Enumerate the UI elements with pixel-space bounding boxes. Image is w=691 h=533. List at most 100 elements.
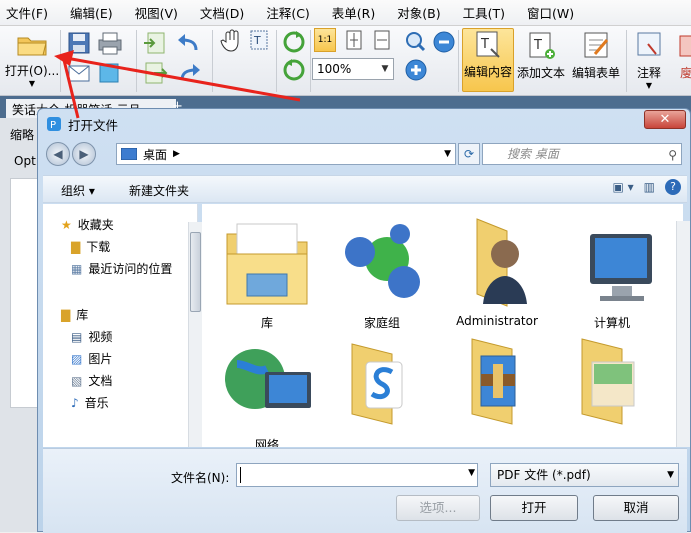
chevron-down-icon[interactable]: ▼ xyxy=(444,149,451,159)
library-icon: ▇ xyxy=(61,307,71,322)
thumbnails-tab[interactable]: 缩略 xyxy=(10,126,34,143)
file-item-computer[interactable]: 计算机 xyxy=(557,214,667,334)
select-text-icon[interactable]: T xyxy=(248,28,272,54)
undo-icon[interactable] xyxy=(174,30,204,56)
file-item-archive-folder[interactable] xyxy=(442,334,552,447)
nav-music-label: 音乐 xyxy=(84,396,109,410)
chevron-down-icon[interactable]: ▼ xyxy=(667,464,674,486)
scrollbar-thumb[interactable] xyxy=(190,232,201,312)
command-bar: 组织 ▾ 新建文件夹 ▣ ▾ ▥ ? xyxy=(43,175,687,203)
options-label[interactable]: Opt xyxy=(14,154,36,168)
menu-comment[interactable]: 注释(C) xyxy=(266,3,309,22)
file-item-image-folder[interactable] xyxy=(557,334,667,447)
address-text: 桌面 xyxy=(143,147,168,162)
preview-pane-icon[interactable]: ▥ xyxy=(644,180,655,194)
rotate-ccw-icon[interactable] xyxy=(282,58,306,82)
print-icon[interactable] xyxy=(96,30,124,56)
cancel-button[interactable]: 取消 xyxy=(593,495,679,521)
chevron-down-icon[interactable]: ▼ xyxy=(377,59,393,79)
chevron-right-icon[interactable]: ▶ xyxy=(173,149,180,159)
annotate-button[interactable]: 注释 ▼ xyxy=(630,30,668,90)
app-icon: P xyxy=(47,117,61,131)
zoom-select[interactable]: 100% ▼ xyxy=(312,58,394,80)
file-item-network[interactable]: 网络 xyxy=(212,334,322,447)
nav-videos[interactable]: ▤ 视频 xyxy=(71,328,112,345)
nav-music[interactable]: ♪ 音乐 xyxy=(71,394,109,411)
file-item-app-folder[interactable] xyxy=(327,334,437,447)
refresh-button[interactable]: ⟳ xyxy=(458,143,480,165)
file-item-label: 网络 xyxy=(254,438,279,447)
more-button[interactable]: 廋 xyxy=(676,30,691,81)
more-label: 廋 xyxy=(679,66,691,80)
file-item-homegroup[interactable]: 家庭组 xyxy=(327,214,437,334)
filename-label: 文件名(N): xyxy=(171,471,230,485)
hand-icon[interactable] xyxy=(220,28,244,54)
rotate-cw-icon[interactable] xyxy=(282,30,306,54)
nav-downloads[interactable]: ▇ 下载 xyxy=(71,238,110,255)
refresh-icon: ⟳ xyxy=(463,147,475,161)
chevron-down-icon[interactable]: ▼ xyxy=(29,79,35,88)
download-folder-icon: ▇ xyxy=(71,239,81,254)
forward-button[interactable]: ▶ xyxy=(72,142,96,166)
menu-object[interactable]: 对象(B) xyxy=(397,3,440,22)
menu-view[interactable]: 视图(V) xyxy=(135,3,178,22)
menu-form[interactable]: 表单(R) xyxy=(332,3,375,22)
import-icon[interactable] xyxy=(142,30,168,56)
svg-text:T: T xyxy=(480,37,489,52)
chevron-down-icon[interactable]: ▼ xyxy=(646,81,652,90)
nav-recent[interactable]: ▦ 最近访问的位置 xyxy=(71,260,172,277)
text-caret xyxy=(240,467,241,483)
dialog-titlebar: P 打开文件 xyxy=(46,114,118,134)
scan-icon[interactable] xyxy=(96,60,122,86)
add-text-button[interactable]: T 添加文本 xyxy=(516,30,566,81)
zoom-minus-icon[interactable] xyxy=(432,30,456,54)
organize-button[interactable]: 组织 ▾ xyxy=(61,182,95,199)
help-icon[interactable]: ? xyxy=(665,179,681,195)
menu-file[interactable]: 文件(F) xyxy=(6,3,48,22)
menu-document[interactable]: 文档(D) xyxy=(200,3,244,22)
menu-window[interactable]: 窗口(W) xyxy=(527,3,574,22)
chevron-down-icon[interactable]: ▼ xyxy=(468,468,475,478)
zoom-out-icon[interactable] xyxy=(404,30,428,54)
nav-scrollbar[interactable] xyxy=(188,222,202,447)
recent-places-icon: ▦ xyxy=(71,261,83,276)
open-button[interactable]: 打开(O)... ▼ xyxy=(5,30,59,88)
nav-pictures[interactable]: ▨ 图片 xyxy=(71,350,112,367)
search-input[interactable]: 搜索 桌面 ⚲ xyxy=(482,143,682,165)
archive-folder-icon xyxy=(471,338,516,425)
open-file-button[interactable]: 打开 xyxy=(490,495,578,521)
view-icon[interactable]: ▣ ▾ xyxy=(612,180,633,194)
close-button[interactable]: ✕ xyxy=(644,110,686,129)
email-icon[interactable] xyxy=(66,60,92,86)
file-list-scrollbar[interactable] xyxy=(676,221,690,447)
options-button[interactable]: 选项... xyxy=(396,495,480,521)
navigation-pane: ★ 收藏夹 ▇ 下载 ▦ 最近访问的位置 ▇ 库 ▤ 视频 ▨ 图片 ▧ 文档 ♪ 音乐 xyxy=(43,204,202,447)
export-icon[interactable] xyxy=(142,60,168,86)
file-item-administrator[interactable]: Administrator xyxy=(442,214,552,334)
menu-edit[interactable]: 编辑(E) xyxy=(70,3,113,22)
actual-size-button[interactable]: 1:1 xyxy=(314,28,336,52)
menu-tools[interactable]: 工具(T) xyxy=(463,3,505,22)
nav-favorites[interactable]: ★ 收藏夹 xyxy=(61,216,114,233)
address-input[interactable]: 桌面 ▶ ▼ xyxy=(116,143,456,165)
redo-icon[interactable] xyxy=(174,60,204,86)
nav-documents-label: 文档 xyxy=(88,374,113,388)
search-placeholder: 搜索 桌面 xyxy=(507,147,559,161)
filename-input[interactable]: ▼ xyxy=(236,463,478,487)
save-icon[interactable] xyxy=(66,30,92,56)
fit-page-icon[interactable] xyxy=(342,28,366,52)
file-list: 库 家庭组 Administrator 计算机 网络 xyxy=(202,204,683,447)
nav-videos-label: 视频 xyxy=(88,330,113,344)
nav-libraries[interactable]: ▇ 库 xyxy=(61,306,88,323)
file-type-select[interactable]: PDF 文件 (*.pdf) ▼ xyxy=(490,463,679,487)
edit-form-button[interactable]: 编辑表单 xyxy=(570,30,622,81)
back-button[interactable]: ◀ xyxy=(46,142,70,166)
edit-content-button[interactable]: T 编辑内容 xyxy=(462,28,514,92)
zoom-plus-icon[interactable] xyxy=(404,58,428,82)
fit-width-icon[interactable] xyxy=(370,28,394,52)
nav-documents[interactable]: ▧ 文档 xyxy=(71,372,112,389)
file-item-library[interactable]: 库 xyxy=(212,214,322,334)
search-icon: ⚲ xyxy=(668,148,677,162)
new-folder-button[interactable]: 新建文件夹 xyxy=(129,182,189,199)
annotate-label: 注释 xyxy=(636,66,661,80)
